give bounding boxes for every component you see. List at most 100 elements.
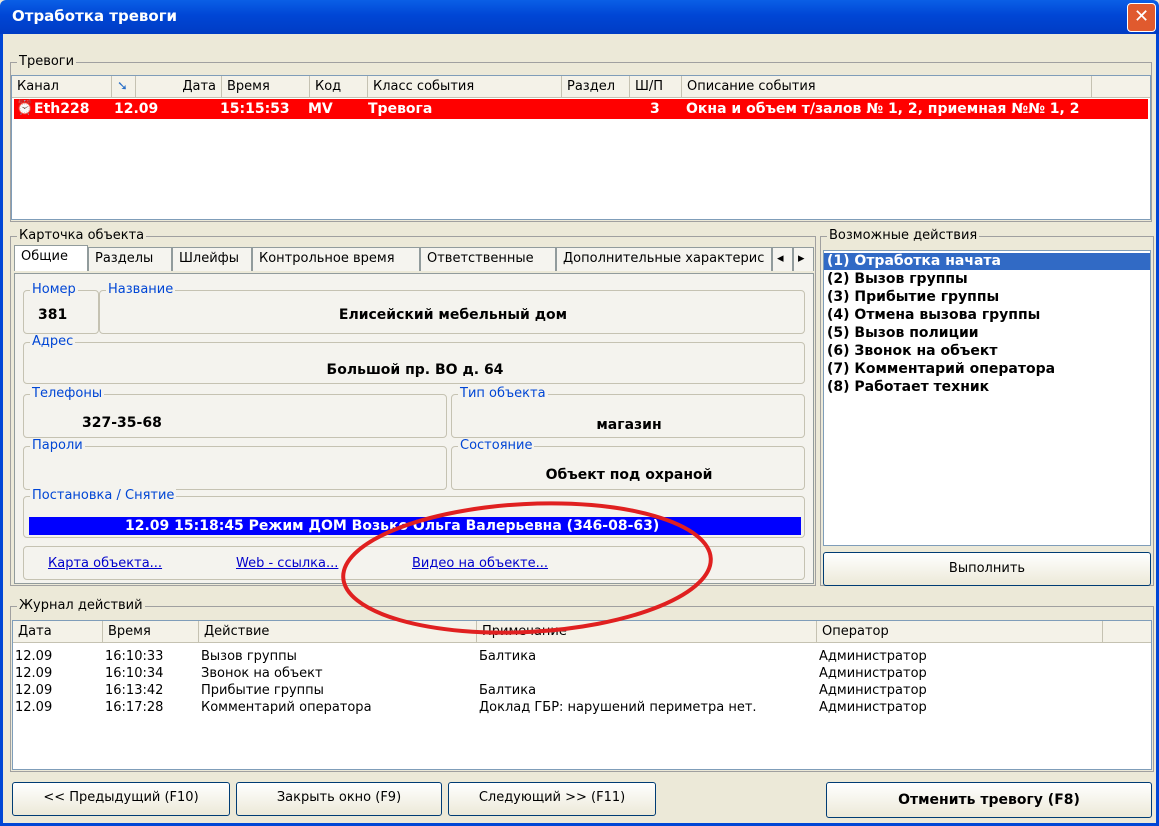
state-value: Объект под охраной xyxy=(545,467,713,483)
log-col-note[interactable]: Примечание xyxy=(477,621,817,643)
state-label: Состояние xyxy=(458,438,535,453)
web-link[interactable]: Web - ссылка... xyxy=(236,556,338,571)
log-time: 16:10:33 xyxy=(105,649,164,664)
action-item[interactable]: (5) Вызов полиции xyxy=(827,325,979,341)
phones-value: 327-35-68 xyxy=(82,415,162,431)
alarm-date: 12.09 xyxy=(114,101,159,117)
close-window-button[interactable]: Закрыть окно (F9) xyxy=(236,782,442,816)
cancel-alarm-button[interactable]: Отменить тревогу (F8) xyxy=(826,782,1152,818)
alarm-event-class: Тревога xyxy=(368,101,433,117)
phones-label: Телефоны xyxy=(30,386,105,401)
log-date: 12.09 xyxy=(15,683,53,698)
tab-sections[interactable]: Разделы xyxy=(88,247,172,271)
number-label: Номер xyxy=(30,282,78,297)
sort-arrow-icon[interactable]: ➘ xyxy=(112,76,136,98)
address-value: Большой пр. ВО д. 64 xyxy=(326,362,504,378)
tab-extra[interactable]: Дополнительные характерис xyxy=(556,247,772,271)
close-icon[interactable]: ✕ xyxy=(1127,3,1156,32)
log-time: 16:10:34 xyxy=(105,666,164,681)
log-col-time[interactable]: Время xyxy=(103,621,199,643)
actions-list[interactable]: (1) Отработка начата (2) Вызов группы (3… xyxy=(823,250,1151,546)
action-item[interactable]: (2) Вызов группы xyxy=(827,271,968,287)
video-link[interactable]: Видео на объекте... xyxy=(412,556,548,571)
log-group-label: Журнал действий xyxy=(17,598,145,613)
action-item[interactable]: (1) Отработка начата xyxy=(827,253,1001,269)
log-col-operator[interactable]: Оператор xyxy=(817,621,1103,643)
log-time: 16:17:28 xyxy=(105,700,164,715)
passwords-field: Пароли xyxy=(23,438,447,490)
alarm-code: MV xyxy=(308,101,333,117)
arm-disarm-field: Постановка / Снятие 12.09 15:18:45 Режим… xyxy=(23,488,805,538)
col-time[interactable]: Время xyxy=(222,76,310,98)
log-operator: Администратор xyxy=(819,700,927,715)
name-field: Название Елисейский мебельный дом xyxy=(99,282,805,334)
log-col-date[interactable]: Дата xyxy=(13,621,103,643)
prev-button[interactable]: << Предыдущий (F10) xyxy=(12,782,230,816)
object-type-field: Тип объекта магазин xyxy=(451,386,805,438)
alarm-row[interactable]: ⏰ Eth228 12.09 15:15:53 MV Тревога 3 Окн… xyxy=(14,99,1148,119)
name-label: Название xyxy=(106,282,176,297)
arm-disarm-value: 12.09 15:18:45 Режим ДОМ Возько Ольга Ва… xyxy=(29,517,801,535)
alarms-table[interactable]: Канал ➘ Дата Время Код Класс события Раз… xyxy=(11,75,1151,220)
links-bar: Карта объекта... Web - ссылка... Видео н… xyxy=(23,546,805,580)
col-description[interactable]: Описание события xyxy=(682,76,1092,98)
tab-loops[interactable]: Шлейфы xyxy=(172,247,252,271)
tab-responsible[interactable]: Ответственные xyxy=(420,247,556,271)
log-action: Звонок на объект xyxy=(201,666,323,681)
log-table[interactable]: Дата Время Действие Примечание Оператор … xyxy=(12,620,1152,770)
log-time: 16:13:42 xyxy=(105,683,164,698)
object-type-label: Тип объекта xyxy=(458,386,548,401)
alarms-group: Тревоги Канал ➘ Дата Время Код Класс соб… xyxy=(10,54,1152,222)
alarm-description: Окна и объем т/залов № 1, 2, приемная №№… xyxy=(686,101,1080,117)
action-item[interactable]: (7) Комментарий оператора xyxy=(827,361,1055,377)
log-operator: Администратор xyxy=(819,666,927,681)
arm-disarm-label: Постановка / Снятие xyxy=(30,488,177,503)
log-note: Балтика xyxy=(479,649,537,664)
col-code[interactable]: Код xyxy=(310,76,368,98)
object-card-label: Карточка объекта xyxy=(17,228,147,243)
card-general-panel: Номер 381 Название Елисейский мебельный … xyxy=(14,273,814,584)
log-date: 12.09 xyxy=(15,649,53,664)
col-section[interactable]: Раздел xyxy=(562,76,630,98)
window-title: Отработка тревоги xyxy=(12,7,178,25)
tab-control-time[interactable]: Контрольное время xyxy=(252,247,420,271)
table-row[interactable]: 12.09 16:10:34 Звонок на объект Админист… xyxy=(13,666,1147,683)
number-field: Номер 381 xyxy=(23,282,99,334)
col-date[interactable]: Дата xyxy=(136,76,222,98)
number-value: 381 xyxy=(38,307,68,323)
alarm-loop: 3 xyxy=(650,101,660,117)
col-filler xyxy=(1092,76,1150,98)
col-event-class[interactable]: Класс события xyxy=(368,76,562,98)
name-value: Елисейский мебельный дом xyxy=(338,307,568,323)
alarm-time: 15:15:53 xyxy=(220,101,290,117)
action-item[interactable]: (3) Прибытие группы xyxy=(827,289,999,305)
object-type-value: магазин xyxy=(596,417,662,433)
table-row[interactable]: 12.09 16:17:28 Комментарий оператора Док… xyxy=(13,700,1147,717)
address-field: Адрес Большой пр. ВО д. 64 xyxy=(23,334,805,384)
log-action: Прибытие группы xyxy=(201,683,324,698)
alarm-clock-icon: ⏰ xyxy=(16,100,34,116)
log-date: 12.09 xyxy=(15,666,53,681)
next-button[interactable]: Следующий >> (F11) xyxy=(448,782,656,816)
title-bar: Отработка тревоги ✕ xyxy=(0,0,1159,34)
passwords-label: Пароли xyxy=(30,438,85,453)
address-label: Адрес xyxy=(30,334,76,349)
action-item[interactable]: (4) Отмена вызова группы xyxy=(827,307,1040,323)
table-row[interactable]: 12.09 16:13:42 Прибытие группы Балтика А… xyxy=(13,683,1147,700)
action-item[interactable]: (6) Звонок на объект xyxy=(827,343,998,359)
phones-field: Телефоны 327-35-68 xyxy=(23,386,447,438)
action-item[interactable]: (8) Работает техник xyxy=(827,379,989,395)
execute-button[interactable]: Выполнить xyxy=(823,552,1151,586)
col-loop[interactable]: Ш/П xyxy=(630,76,682,98)
tab-scroll-left-icon[interactable]: ◂ xyxy=(772,247,793,271)
alarm-channel: Eth228 xyxy=(34,101,90,117)
table-row[interactable]: 12.09 16:10:33 Вызов группы Балтика Адми… xyxy=(13,649,1147,666)
col-channel[interactable]: Канал xyxy=(12,76,112,98)
tab-general[interactable]: Общие xyxy=(14,245,88,271)
log-note: Балтика xyxy=(479,683,537,698)
log-col-action[interactable]: Действие xyxy=(199,621,477,643)
tab-scroll-right-icon[interactable]: ▸ xyxy=(793,247,814,271)
map-link[interactable]: Карта объекта... xyxy=(48,556,162,571)
log-action: Комментарий оператора xyxy=(201,700,372,715)
log-note: Доклад ГБР: нарушений периметра нет. xyxy=(479,700,757,715)
